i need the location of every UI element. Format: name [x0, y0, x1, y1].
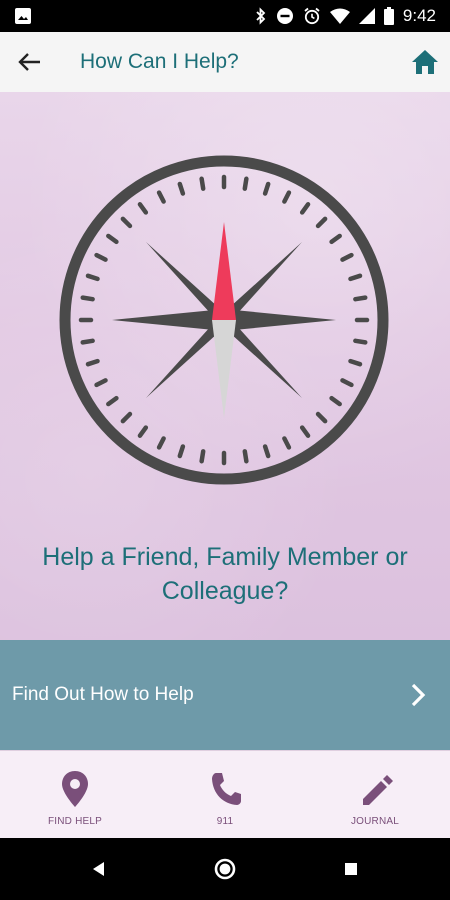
compass-tick [348, 358, 363, 367]
back-triangle-icon[interactable] [86, 856, 112, 882]
compass-tick [94, 252, 108, 262]
compass-tick [262, 181, 271, 196]
battery-icon [383, 7, 394, 25]
compass-tick [80, 338, 95, 345]
home-icon[interactable] [410, 47, 440, 77]
compass-tick [340, 252, 354, 262]
compass-tick [242, 449, 249, 464]
pencil-icon [363, 775, 393, 805]
chevron-right-icon [411, 683, 426, 707]
cta-label: Find Out How to Help [12, 684, 194, 705]
compass-tick [156, 436, 166, 450]
compass-tick [156, 190, 166, 204]
compass-tick [177, 181, 186, 196]
wifi-icon [329, 8, 350, 24]
find-out-how-to-help-button[interactable]: Find Out How to Help [0, 640, 450, 750]
bluetooth-icon [256, 7, 266, 25]
compass-tick [262, 444, 271, 459]
compass-tick [329, 233, 342, 245]
image-icon [15, 8, 31, 24]
compass-tick [120, 216, 133, 229]
map-pin-icon [62, 771, 88, 807]
compass-tick [106, 233, 119, 245]
phone-icon [212, 773, 241, 805]
compass-tick [80, 295, 95, 302]
main-content: Help a Friend, Family Member or Colleagu… [0, 92, 450, 640]
compass-tick [353, 295, 368, 302]
nav-item-journal[interactable]: JOURNAL [300, 751, 450, 839]
nav-item-find-help[interactable]: FIND HELP [0, 751, 150, 839]
compass-tick [329, 395, 342, 407]
compass-tick [299, 202, 311, 215]
nav-label-911: 911 [216, 816, 234, 827]
compass-tick [120, 411, 133, 424]
compass-tick [177, 444, 186, 459]
compass-tick [85, 358, 100, 367]
recents-square-icon[interactable] [338, 856, 364, 882]
nav-label-journal: JOURNAL [350, 816, 400, 827]
compass-tick [199, 449, 206, 464]
compass-tick [242, 176, 249, 191]
status-bar: 9:42 [0, 0, 450, 32]
compass-tick [315, 216, 328, 229]
compass-tick [94, 378, 108, 388]
signal-icon [358, 8, 375, 24]
arrow-left-icon[interactable] [16, 50, 44, 74]
compass-icon [59, 155, 389, 485]
compass-tick [137, 425, 149, 438]
compass-tick [137, 202, 149, 215]
app-bar: How Can I Help? [0, 32, 450, 92]
compass-tick [299, 425, 311, 438]
nav-item-911[interactable]: 911 [150, 751, 300, 839]
compass-tick [106, 395, 119, 407]
compass-tick [340, 378, 354, 388]
compass-tick [348, 273, 363, 282]
compass-tick [199, 176, 206, 191]
home-circle-icon[interactable] [212, 856, 238, 882]
compass-tick [315, 411, 328, 424]
bottom-nav: FIND HELP 911 JOURNAL [0, 750, 450, 839]
do-not-disturb-icon [276, 8, 293, 24]
compass-tick [353, 338, 368, 345]
compass-tick [282, 190, 292, 204]
status-time: 9:42 [402, 6, 436, 25]
nav-label-find-help: FIND HELP [47, 816, 103, 827]
compass-tick [282, 436, 292, 450]
compass-tick [85, 273, 100, 282]
system-nav-bar [0, 838, 450, 900]
page-title: How Can I Help? [80, 50, 239, 73]
alarm-icon [304, 7, 320, 25]
help-prompt-heading: Help a Friend, Family Member or Colleagu… [42, 543, 408, 605]
